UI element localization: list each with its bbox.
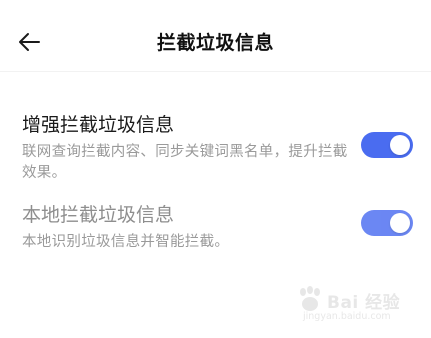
header-bar: 拦截垃圾信息 <box>0 0 431 72</box>
watermark-subtext: jingyan.baidu.com <box>303 311 391 322</box>
setting-row-enhanced-block[interactable]: 增强拦截垃圾信息 联网查询拦截内容、同步关键词黑名单，提升拦截效果。 <box>0 106 431 186</box>
paw-icon <box>300 286 320 311</box>
enhanced-block-toggle[interactable] <box>361 132 413 158</box>
page-title: 拦截垃圾信息 <box>156 32 274 54</box>
setting-row-local-block[interactable]: 本地拦截垃圾信息 本地识别垃圾信息并智能拦截。 <box>0 196 431 256</box>
toggle-knob <box>390 135 410 155</box>
setting-title: 增强拦截垃圾信息 <box>22 114 175 136</box>
local-block-toggle[interactable] <box>361 210 413 236</box>
watermark-text: Bai 经验 <box>327 293 401 313</box>
setting-title: 本地拦截垃圾信息 <box>22 204 175 226</box>
setting-description: 联网查询拦截内容、同步关键词黑名单，提升拦截效果。 <box>22 144 348 181</box>
setting-description: 本地识别垃圾信息并智能拦截。 <box>22 234 230 250</box>
baidu-watermark: Bai 经验 jingyan.baidu.com <box>293 284 413 328</box>
header-divider <box>0 71 431 72</box>
toggle-knob <box>390 213 410 233</box>
